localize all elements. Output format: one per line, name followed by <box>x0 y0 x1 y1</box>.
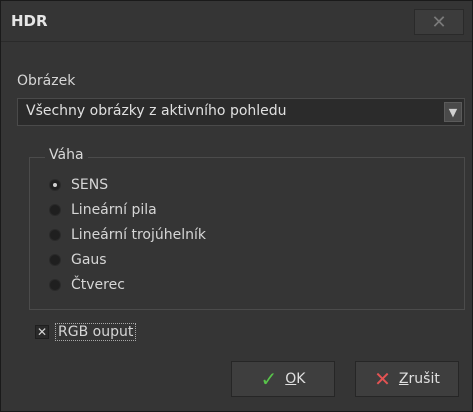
radio-option-gaus[interactable]: Gaus <box>49 249 107 271</box>
radio-label: SENS <box>71 177 109 193</box>
radio-button[interactable] <box>49 179 61 191</box>
radio-label: Čtverec <box>71 277 125 293</box>
close-button[interactable]: ✕ <box>414 9 464 35</box>
rgb-output-label: RGB ouput <box>55 323 137 341</box>
radio-button[interactable] <box>49 229 61 241</box>
radio-option-sens[interactable]: SENS <box>49 174 108 196</box>
radio-label: Gaus <box>71 252 107 268</box>
title-bar: HDR ✕ <box>1 1 472 42</box>
chevron-down-icon: ▼ <box>448 105 458 119</box>
close-icon: ✕ <box>431 11 447 33</box>
radio-button[interactable] <box>49 254 61 266</box>
radio-label: Lineární trojúhelník <box>71 227 206 243</box>
radio-option-square[interactable]: Čtverec <box>49 274 125 296</box>
weight-group-title: Váha <box>45 147 88 163</box>
dialog-title: HDR <box>11 12 48 30</box>
cancel-label: Zrušit <box>398 371 440 387</box>
hdr-dialog: HDR ✕ Obrázek Všechny obrázky z aktivníh… <box>0 0 473 412</box>
image-select[interactable]: Všechny obrázky z aktivního pohledu ▼ <box>17 98 465 126</box>
radio-label: Lineární pila <box>71 202 157 218</box>
ok-button[interactable]: ✓ OK <box>231 361 335 397</box>
cancel-button[interactable]: ✕ Zrušit <box>355 361 459 397</box>
image-label: Obrázek <box>17 73 76 89</box>
radio-button[interactable] <box>49 204 61 216</box>
ok-label: OK <box>285 371 306 387</box>
x-icon: ✕ <box>374 367 391 391</box>
radio-option-linear-saw[interactable]: Lineární pila <box>49 199 157 221</box>
rgb-output-option[interactable]: ✕ RGB ouput <box>35 321 137 343</box>
image-select-value: Všechny obrázky z aktivního pohledu <box>26 103 287 119</box>
rgb-output-checkbox[interactable]: ✕ <box>35 325 49 339</box>
dropdown-arrow-button[interactable]: ▼ <box>444 102 462 122</box>
check-icon: ✓ <box>260 367 278 391</box>
checkmark-x-icon: ✕ <box>36 325 48 339</box>
radio-button[interactable] <box>49 279 61 291</box>
radio-option-linear-triangle[interactable]: Lineární trojúhelník <box>49 224 206 246</box>
